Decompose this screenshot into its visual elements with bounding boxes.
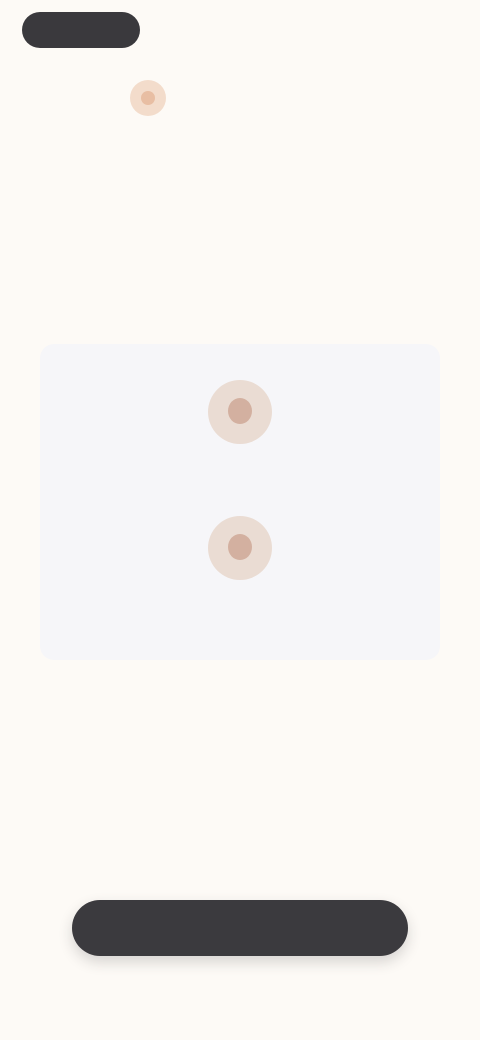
- person-avatar-icon: [208, 380, 272, 444]
- continue-button[interactable]: [72, 900, 408, 956]
- brand-logo-icon: [130, 80, 166, 116]
- options-card: [40, 344, 440, 660]
- card-option[interactable]: [40, 380, 440, 470]
- card-option[interactable]: [40, 516, 440, 606]
- person-avatar-icon: [208, 516, 272, 580]
- brand-header: [130, 78, 354, 118]
- top-bar: [0, 0, 480, 64]
- back-button[interactable]: [22, 12, 140, 48]
